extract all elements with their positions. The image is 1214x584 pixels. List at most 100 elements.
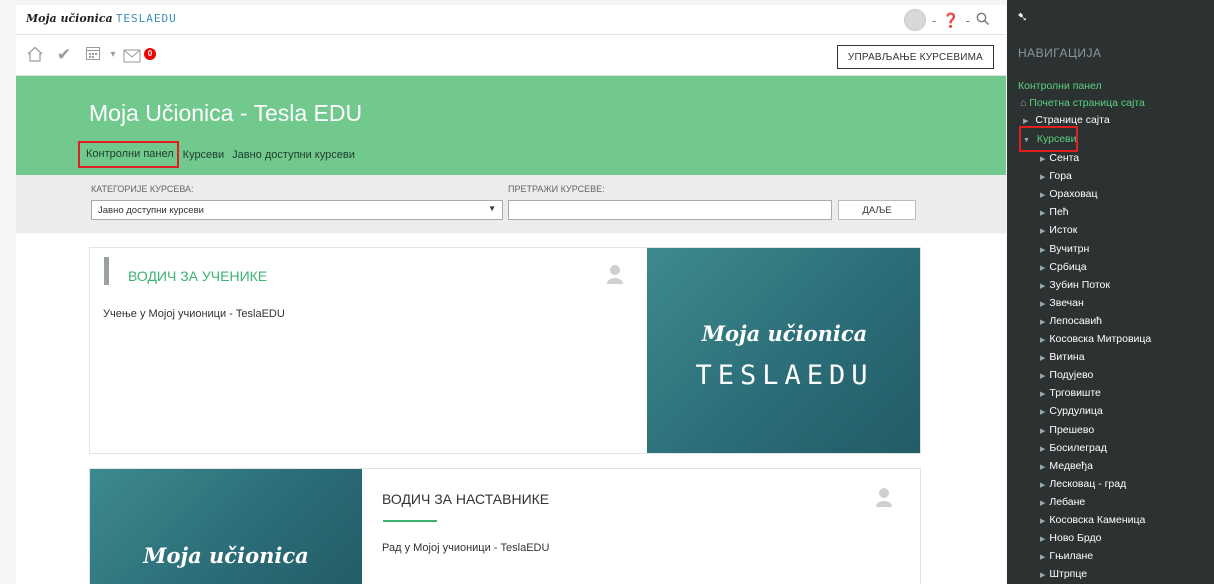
nav-course-item[interactable]: ▶ Медвеђа (1040, 460, 1093, 472)
nav-course-label: Сурдулица (1049, 405, 1103, 418)
expand-triangle-icon: ▶ (1040, 427, 1046, 435)
navigation-block: ➷ НАВИГАЦИЈА Контролни панел ⌂ Почетна с… (1007, 0, 1214, 584)
calendar-icon[interactable] (82, 45, 104, 65)
nav-course-item[interactable]: ▶ Србица (1040, 261, 1087, 273)
nav-course-item[interactable]: ▶ Гора (1040, 170, 1072, 182)
nav-course-label: Лепосавић (1049, 314, 1103, 327)
breadcrumb-courses[interactable]: Курсеви (183, 149, 225, 161)
nav-course-item[interactable]: ▶ Сурдулица (1040, 405, 1103, 417)
category-select-value: Јавно доступни курсеви (98, 205, 204, 216)
course-image[interactable]: Moja učionica (90, 469, 362, 584)
expand-triangle-icon: ▶ (1040, 445, 1046, 453)
nav-site-pages[interactable]: ▶ Странице сајта (1023, 114, 1110, 126)
nav-course-label: Босилеград (1049, 441, 1107, 454)
nav-course-label: Зубин Поток (1049, 278, 1110, 291)
course-title[interactable]: ВОДИЧ ЗА УЧЕНИКЕ (128, 268, 267, 284)
teacher-avatar-icon (606, 264, 624, 284)
help-icon[interactable]: ❓ (942, 12, 959, 29)
category-select[interactable]: Јавно доступни курсеви ▼ (91, 200, 503, 220)
nav-course-item[interactable]: ▶ Сента (1040, 152, 1079, 164)
nav-course-item[interactable]: ▶ Прешево (1040, 424, 1094, 436)
checkmark-icon[interactable]: ✔ (53, 45, 75, 65)
nav-courses-label: Курсеви (1036, 133, 1077, 145)
nav-course-item[interactable]: ▶ Босилеград (1040, 442, 1107, 454)
search-label: ПРЕТРАЖИ КУРСЕВЕ: (508, 184, 605, 194)
nav-course-label: Пећ (1049, 206, 1069, 219)
nav-course-item[interactable]: ▶ Трговиште (1040, 387, 1101, 399)
nav-course-label: Косовска Митровица (1049, 333, 1152, 345)
expand-triangle-icon: ▶ (1040, 355, 1046, 363)
nav-course-item[interactable]: ▶ Витина (1040, 351, 1085, 363)
nav-course-item[interactable]: ▶ Вучитрн (1040, 243, 1089, 255)
expand-triangle-icon: ▶ (1040, 318, 1046, 326)
nav-course-item[interactable]: ▶ Косовска Каменица (1040, 514, 1145, 526)
page-header: Moja Učionica - Tesla EDU Контролни пане… (16, 76, 1006, 175)
breadcrumb-dashboard[interactable]: Контролни панел (78, 141, 179, 168)
nav-course-label: Подујево (1049, 369, 1094, 382)
dock-pin-icon[interactable]: ➷ (1017, 9, 1028, 25)
nav-course-label: Вучитрн (1049, 242, 1090, 255)
nav-course-item[interactable]: ▶ Штрпце (1040, 568, 1087, 580)
expand-triangle-icon: ▶ (1023, 118, 1029, 125)
top-bar: Moja učionica TESLAEDU - ❓ - (16, 5, 1006, 35)
site-logo[interactable]: Moja učionica TESLAEDU (26, 12, 177, 25)
course-filter-bar: КАТЕГОРИЈЕ КУРСЕВА: Јавно доступни курсе… (16, 175, 1006, 233)
nav-course-label: Сента (1049, 152, 1080, 164)
expand-triangle-icon: ▶ (1040, 300, 1046, 308)
nav-course-item[interactable]: ▶ Гњилане (1040, 550, 1093, 562)
search-courses-input[interactable] (508, 200, 832, 220)
course-image[interactable]: Moja učionica TESLAEDU (647, 248, 920, 453)
nav-course-item[interactable]: ▶ Лесковац - град (1040, 478, 1126, 490)
course-card[interactable]: ВОДИЧ ЗА УЧЕНИКЕ Учење у Мојој учионици … (89, 247, 921, 454)
expand-triangle-icon: ▶ (1040, 156, 1046, 163)
nav-course-label: Србица (1049, 260, 1087, 273)
nav-course-label: Косовска Каменица (1049, 514, 1146, 526)
expand-triangle-icon: ▶ (1040, 174, 1046, 182)
nav-course-item[interactable]: ▶ Подујево (1040, 369, 1093, 381)
category-label: КАТЕГОРИЈЕ КУРСЕВА: (91, 184, 194, 194)
search-icon[interactable] (976, 12, 990, 29)
nav-course-item[interactable]: ▶ Зубин Поток (1040, 279, 1110, 291)
nav-site-home[interactable]: ⌂ Почетна страница сајта (1020, 97, 1145, 109)
teacher-avatar-icon (875, 487, 893, 507)
nav-course-item[interactable]: ▶ Косовска Митровица (1040, 333, 1151, 345)
avatar[interactable] (903, 9, 926, 31)
nav-course-label: Гњилане (1049, 550, 1094, 563)
nav-dashboard[interactable]: Контролни панел (1018, 80, 1102, 92)
nav-course-item[interactable]: ▶ Звечан (1040, 297, 1084, 309)
main-content: Moja učionica TESLAEDU - ❓ - ✔ ▾ 0 УПРАВ… (16, 5, 1006, 584)
home-icon: ⌂ (1020, 97, 1027, 109)
title-underline (383, 520, 437, 522)
nav-course-item[interactable]: ▶ Лепосавић (1040, 315, 1102, 327)
manage-courses-button[interactable]: УПРАВЉАЊЕ КУРСЕВИМА (836, 45, 994, 69)
nav-course-label: Ораховац (1049, 188, 1098, 201)
help-dropdown-icon[interactable]: - (966, 13, 970, 28)
nav-course-label: Звечан (1049, 296, 1084, 309)
expand-triangle-icon: ▶ (1040, 518, 1046, 525)
nav-course-item[interactable]: ▶ Исток (1040, 224, 1077, 236)
expand-triangle-icon: ▶ (1040, 409, 1046, 417)
nav-course-item[interactable]: ▶ Лебане (1040, 496, 1085, 508)
expand-triangle-icon: ▶ (1040, 373, 1046, 381)
home-icon[interactable] (24, 45, 46, 65)
expand-triangle-icon: ▶ (1040, 481, 1046, 489)
course-card[interactable]: Moja učionica ВОДИЧ ЗА НАСТАВНИКЕ Рад у … (89, 468, 921, 584)
user-menu: - ❓ - (903, 9, 990, 31)
toolbar: ✔ ▾ 0 УПРАВЉАЊЕ КУРСЕВИМА (16, 35, 1006, 76)
course-image-script: Moja učionica (143, 543, 309, 568)
nav-course-item[interactable]: ▶ Пећ (1040, 206, 1069, 218)
breadcrumb-public-courses[interactable]: Јавно доступни курсеви (232, 149, 355, 161)
nav-courses[interactable]: ▼ Курсеви (1023, 133, 1076, 145)
course-title[interactable]: ВОДИЧ ЗА НАСТАВНИКЕ (382, 491, 549, 507)
user-menu-dropdown-icon[interactable]: - (932, 13, 936, 28)
nav-course-label: Прешево (1049, 423, 1095, 436)
expand-triangle-icon: ▶ (1040, 572, 1046, 580)
next-button[interactable]: ДАЉЕ (838, 200, 916, 220)
expand-triangle-icon: ▶ (1040, 210, 1046, 218)
nav-course-label: Лесковац - град (1049, 477, 1127, 490)
nav-course-label: Витина (1049, 351, 1085, 364)
expand-triangle-icon: ▶ (1040, 536, 1046, 544)
nav-course-item[interactable]: ▶ Ново Брдо (1040, 532, 1102, 544)
nav-course-item[interactable]: ▶ Ораховац (1040, 188, 1098, 200)
messages-icon[interactable]: 0 (121, 45, 156, 65)
